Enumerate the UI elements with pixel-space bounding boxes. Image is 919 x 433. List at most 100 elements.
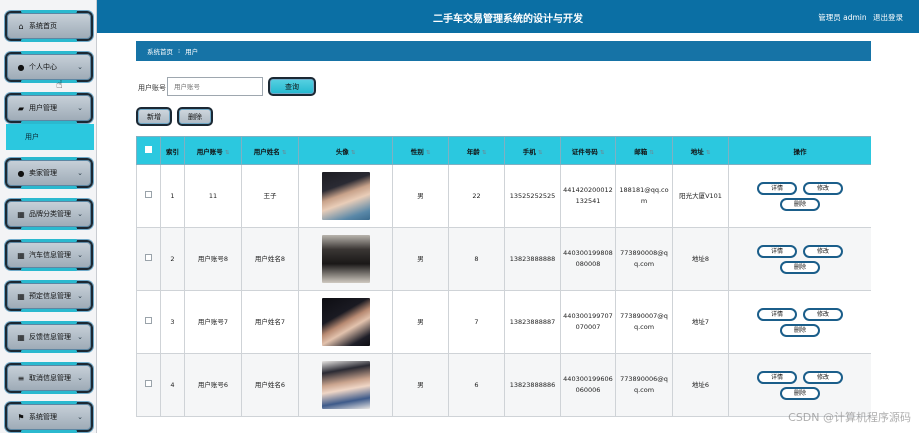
cell-address: 地址7 (672, 290, 729, 354)
cell-gender: 男 (392, 290, 449, 354)
sort-icon[interactable]: ⇅ (282, 150, 287, 156)
sidebar-item-label: 预定信息管理 (29, 292, 71, 300)
grid-icon: ▦ (17, 332, 25, 342)
chevron-down-icon: ⌄ (77, 413, 83, 421)
cell-name: 王子 (241, 164, 299, 228)
row-checkbox[interactable] (145, 379, 152, 387)
column-header-email[interactable]: 邮箱 ⇅ (615, 136, 673, 165)
cell-phone: 13525252525 (504, 164, 561, 228)
chevron-down-icon: ⌄ (77, 292, 83, 300)
detail-button[interactable]: 详情 (757, 181, 797, 195)
detail-button[interactable]: 详情 (757, 307, 797, 321)
row-checkbox[interactable] (145, 190, 152, 198)
sort-icon[interactable]: ⇅ (649, 150, 654, 156)
users-icon: ▰ (17, 103, 25, 113)
sidebar-item-label: 卖家管理 (29, 169, 57, 177)
chevron-down-icon: ⌄ (77, 169, 83, 177)
detail-button[interactable]: 详情 (757, 370, 797, 384)
table-row: 3 用户账号7 用户姓名7 男 7 13823888887 4403001997… (136, 290, 871, 354)
sort-icon[interactable]: ⇅ (600, 150, 605, 156)
sidebar-item-label: 反馈信息管理 (29, 333, 71, 341)
sidebar-item-home[interactable]: ⌂ 系统首页 (5, 10, 93, 42)
sidebar-item-label: 汽车信息管理 (29, 251, 71, 259)
column-header-actions: 操作 (728, 136, 871, 165)
column-header-name[interactable]: 用户姓名 ⇅ (241, 136, 299, 165)
sort-icon[interactable]: ⇅ (538, 150, 543, 156)
column-header-account[interactable]: 用户账号 ⇅ (184, 136, 242, 165)
select-all-checkbox[interactable] (145, 146, 152, 153)
user-icon: ● (17, 62, 25, 72)
column-header-id-number[interactable]: 证件号码 ⇅ (560, 136, 616, 165)
delete-button[interactable]: 删除 (780, 386, 820, 400)
delete-button[interactable]: 删除 (780, 260, 820, 274)
sidebar-item-cancel-info[interactable]: ≡ 取消信息管理 ⌄ (5, 362, 93, 394)
cell-address: 地址6 (672, 353, 729, 417)
sidebar-item-label: 个人中心 (29, 63, 57, 71)
sidebar-item-label: 品牌分类管理 (29, 210, 71, 218)
column-header-age[interactable]: 年龄 ⇅ (448, 136, 505, 165)
cell-email: 773890008@qq.com (615, 227, 673, 291)
edit-button[interactable]: 修改 (803, 181, 843, 195)
header-user-area: 管理员 admin 退出登录 (814, 12, 903, 23)
delete-button[interactable]: 删除 (780, 197, 820, 211)
sort-icon[interactable]: ⇅ (706, 150, 711, 156)
breadcrumb-home[interactable]: 系统首页 (147, 46, 173, 56)
list-icon: ≡ (17, 373, 25, 383)
admin-user-label: 管理员 admin (818, 13, 867, 22)
batch-delete-button[interactable]: 删除 (177, 107, 213, 126)
column-header-address[interactable]: 地址 ⇅ (672, 136, 729, 165)
table-row: 1 11 王子 男 22 13525252525 441420200012132… (136, 164, 871, 228)
sort-icon[interactable]: ⇅ (482, 150, 487, 156)
cell-address: 地址8 (672, 227, 729, 291)
chevron-down-icon: ⌄ (77, 210, 83, 218)
logout-link[interactable]: 退出登录 (873, 13, 903, 22)
sidebar-item-feedback-info[interactable]: ▦ 反馈信息管理 ⌄ (5, 321, 93, 353)
cell-name: 用户姓名8 (241, 227, 299, 291)
chevron-down-icon: ⌄ (77, 251, 83, 259)
avatar (321, 172, 370, 220)
detail-button[interactable]: 详情 (757, 244, 797, 258)
add-button[interactable]: 新增 (136, 107, 172, 126)
sort-icon[interactable]: ⇅ (351, 150, 356, 156)
search-button[interactable]: 查询 (268, 77, 316, 96)
sidebar-item-brand-category[interactable]: ▦ 品牌分类管理 ⌄ (5, 198, 93, 230)
row-checkbox[interactable] (145, 316, 152, 324)
sidebar-item-personal-center[interactable]: ● 个人中心 ⌄ (5, 51, 93, 83)
column-header-gender[interactable]: 性别 ⇅ (392, 136, 449, 165)
home-icon: ⌂ (18, 21, 24, 31)
cell-phone: 13823888886 (504, 353, 561, 417)
edit-button[interactable]: 修改 (803, 370, 843, 384)
delete-button[interactable]: 删除 (780, 323, 820, 337)
sidebar-item-car-info[interactable]: ▦ 汽车信息管理 ⌄ (5, 239, 93, 271)
cell-id-number: 440300199808080008 (560, 227, 616, 291)
cell-name: 用户姓名7 (241, 290, 299, 354)
sort-icon[interactable]: ⇅ (426, 150, 431, 156)
cell-email: 773890007@qq.com (615, 290, 673, 354)
sidebar-item-label: 系统管理 (29, 413, 57, 421)
column-header-phone[interactable]: 手机 ⇅ (504, 136, 561, 165)
cell-index: 2 (160, 227, 185, 291)
edit-button[interactable]: 修改 (803, 244, 843, 258)
column-header-avatar[interactable]: 头像 ⇅ (298, 136, 393, 165)
page-title: 二手车交易管理系统的设计与开发 (433, 14, 583, 25)
sidebar-item-user-management[interactable]: ▰ 用户管理 ⌄ (5, 92, 93, 124)
cell-index: 1 (160, 164, 185, 228)
sidebar-item-booking-info[interactable]: ▦ 预定信息管理 ⌄ (5, 280, 93, 312)
sidebar-item-label: 取消信息管理 (29, 374, 71, 382)
sidebar-item-seller-management[interactable]: ● 卖家管理 ⌄ (5, 157, 93, 189)
table-row: 2 用户账号8 用户姓名8 男 8 13823888888 4403001998… (136, 227, 871, 291)
sort-icon[interactable]: ⇅ (225, 150, 230, 156)
chevron-down-icon: ⌄ (77, 63, 83, 71)
sidebar-item-system-management[interactable]: ⚑ 系统管理 ⌄ (5, 401, 93, 433)
cell-age: 22 (448, 164, 505, 228)
select-all-header[interactable] (136, 136, 161, 165)
table-row: 4 用户账号6 用户姓名6 男 6 13823888886 4403001996… (136, 353, 871, 417)
cell-email: 188181@qq.com (615, 164, 673, 228)
row-checkbox[interactable] (145, 253, 152, 261)
sidebar-subitem-users[interactable]: 用户 (6, 124, 94, 150)
flag-icon: ⚑ (17, 412, 25, 422)
cell-phone: 13823888888 (504, 227, 561, 291)
edit-button[interactable]: 修改 (803, 307, 843, 321)
search-input[interactable] (167, 77, 263, 96)
breadcrumb-separator: ⁝ (178, 47, 181, 55)
